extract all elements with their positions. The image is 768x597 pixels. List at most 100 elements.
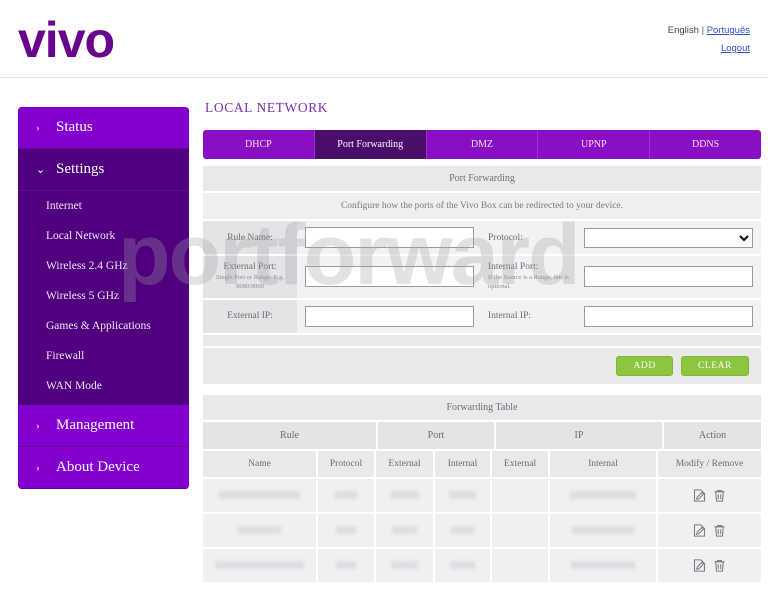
external-port-input[interactable] [305, 266, 474, 288]
language-english[interactable]: English [668, 25, 699, 36]
cell-actions [658, 548, 761, 582]
cell-actions [658, 478, 761, 512]
cell-internal-port [435, 548, 492, 582]
sidebar-item-settings[interactable]: ⌄ Settings [18, 149, 189, 191]
group-header-action: Action [664, 421, 761, 449]
chevron-right-icon: › [36, 461, 40, 474]
tab-dhcp[interactable]: DHCP [203, 130, 315, 159]
cell-actions [658, 513, 761, 547]
port-forwarding-panel: Port Forwarding Configure how the ports … [203, 166, 761, 384]
language-separator: | [701, 25, 705, 36]
sidebar-item-wireless-24[interactable]: Wireless 2.4 GHz [18, 251, 189, 281]
sidebar-item-local-network[interactable]: Local Network [18, 221, 189, 251]
cell-internal-port [435, 513, 492, 547]
table-body [203, 478, 761, 584]
sub-header-external-ip: External [492, 450, 550, 477]
tab-port-forwarding[interactable]: Port Forwarding [314, 130, 427, 159]
internal-port-hint: If the Source is a Range, this is option… [488, 274, 569, 290]
rule-name-label: Rule Name: [203, 221, 297, 254]
page-title: LOCAL NETWORK [205, 100, 329, 115]
cell-external-ip [492, 548, 550, 582]
internal-ip-cell [576, 299, 761, 333]
sidebar-item-label: Status [56, 119, 93, 135]
form-actions: ADD CLEAR [203, 347, 761, 384]
external-port-label: External Port: Single Port or Range. E.g… [203, 256, 297, 298]
edit-icon[interactable] [692, 523, 707, 538]
sidebar-item-firewall[interactable]: Firewall [18, 341, 189, 371]
header-divider [0, 77, 768, 78]
trash-icon[interactable] [712, 558, 727, 573]
chevron-right-icon: › [36, 121, 40, 134]
forwarding-table-title: Forwarding Table [203, 394, 761, 422]
cell-external-port [376, 548, 435, 582]
sidebar-item-wireless-5[interactable]: Wireless 5 GHz [18, 281, 189, 311]
external-port-cell [297, 256, 482, 298]
clear-button[interactable]: CLEAR [680, 355, 749, 376]
cell-external-port [376, 478, 435, 512]
cell-external-ip [492, 513, 550, 547]
cell-name [203, 513, 318, 547]
edit-icon[interactable] [692, 488, 707, 503]
tab-ddns[interactable]: DDNS [650, 130, 761, 159]
sub-header-modify-remove: Modify / Remove [658, 450, 761, 477]
cell-protocol [318, 478, 376, 512]
sidebar-item-label: Wireless 5 GHz [46, 290, 119, 302]
top-links: English | Português Logout [668, 22, 750, 58]
sidebar-item-about-device[interactable]: › About Device [18, 447, 189, 489]
sidebar-item-label: Wireless 2.4 GHz [46, 260, 128, 272]
cell-internal-ip [550, 478, 658, 512]
logout-link[interactable]: Logout [721, 43, 750, 54]
chevron-down-icon: ⌄ [36, 164, 46, 176]
table-row [203, 548, 761, 584]
rule-name-input[interactable] [305, 227, 474, 248]
tab-upnp[interactable]: UPNP [538, 130, 651, 159]
form-spacer [203, 334, 761, 348]
protocol-select[interactable] [584, 227, 753, 248]
sidebar-nav: › Status ⌄ Settings Internet Local Netwo… [18, 107, 189, 489]
sidebar-item-label: About Device [56, 459, 140, 475]
internal-port-label: Internal Port: If the Source is a Range,… [482, 256, 576, 298]
cell-external-ip [492, 478, 550, 512]
cell-external-port [376, 513, 435, 547]
external-ip-input[interactable] [305, 305, 474, 327]
cell-internal-ip [550, 513, 658, 547]
main-content: LOCAL NETWORK DHCP Port Forwarding DMZ U… [203, 100, 761, 584]
form-row-rule-protocol: Rule Name: Protocol: [203, 221, 761, 256]
internal-port-label-text: Internal Port: [488, 262, 539, 272]
trash-icon[interactable] [712, 523, 727, 538]
sidebar-item-label: Games & Applications [46, 320, 151, 332]
sidebar-item-label: Settings [56, 161, 105, 177]
external-port-hint: Single Port or Range. E.g. 8080:9090 [215, 274, 285, 290]
table-row [203, 513, 761, 549]
add-button[interactable]: ADD [616, 355, 673, 376]
vivo-logo: vivo [18, 12, 115, 68]
internal-ip-input[interactable] [584, 305, 753, 327]
sub-header-internal-port: Internal [435, 450, 492, 477]
internal-ip-label: Internal IP: [482, 299, 576, 333]
rule-name-cell [297, 221, 482, 254]
protocol-cell [576, 221, 761, 254]
cell-name [203, 548, 318, 582]
cell-internal-ip [550, 548, 658, 582]
cell-name [203, 478, 318, 512]
group-header-ip: IP [496, 421, 664, 449]
sub-header-name: Name [203, 450, 318, 477]
sidebar-item-wan-mode[interactable]: WAN Mode [18, 371, 189, 401]
cell-protocol [318, 548, 376, 582]
sidebar-item-internet[interactable]: Internet [18, 191, 189, 221]
language-portugues[interactable]: Português [707, 25, 750, 36]
form-row-ports: External Port: Single Port or Range. E.g… [203, 256, 761, 300]
table-row [203, 478, 761, 514]
internal-port-input[interactable] [584, 266, 753, 288]
sidebar-item-label: Management [56, 417, 135, 433]
sidebar-item-status[interactable]: › Status [18, 107, 189, 149]
section-description: Configure how the ports of the Vivo Box … [203, 193, 761, 221]
page-header: vivo English | Português Logout [0, 0, 768, 78]
sidebar-item-games-applications[interactable]: Games & Applications [18, 311, 189, 341]
page-root: vivo English | Português Logout › Status… [0, 0, 768, 597]
sidebar-item-management[interactable]: › Management [18, 405, 189, 447]
edit-icon[interactable] [692, 558, 707, 573]
tab-dmz[interactable]: DMZ [426, 130, 539, 159]
trash-icon[interactable] [712, 488, 727, 503]
cell-protocol [318, 513, 376, 547]
